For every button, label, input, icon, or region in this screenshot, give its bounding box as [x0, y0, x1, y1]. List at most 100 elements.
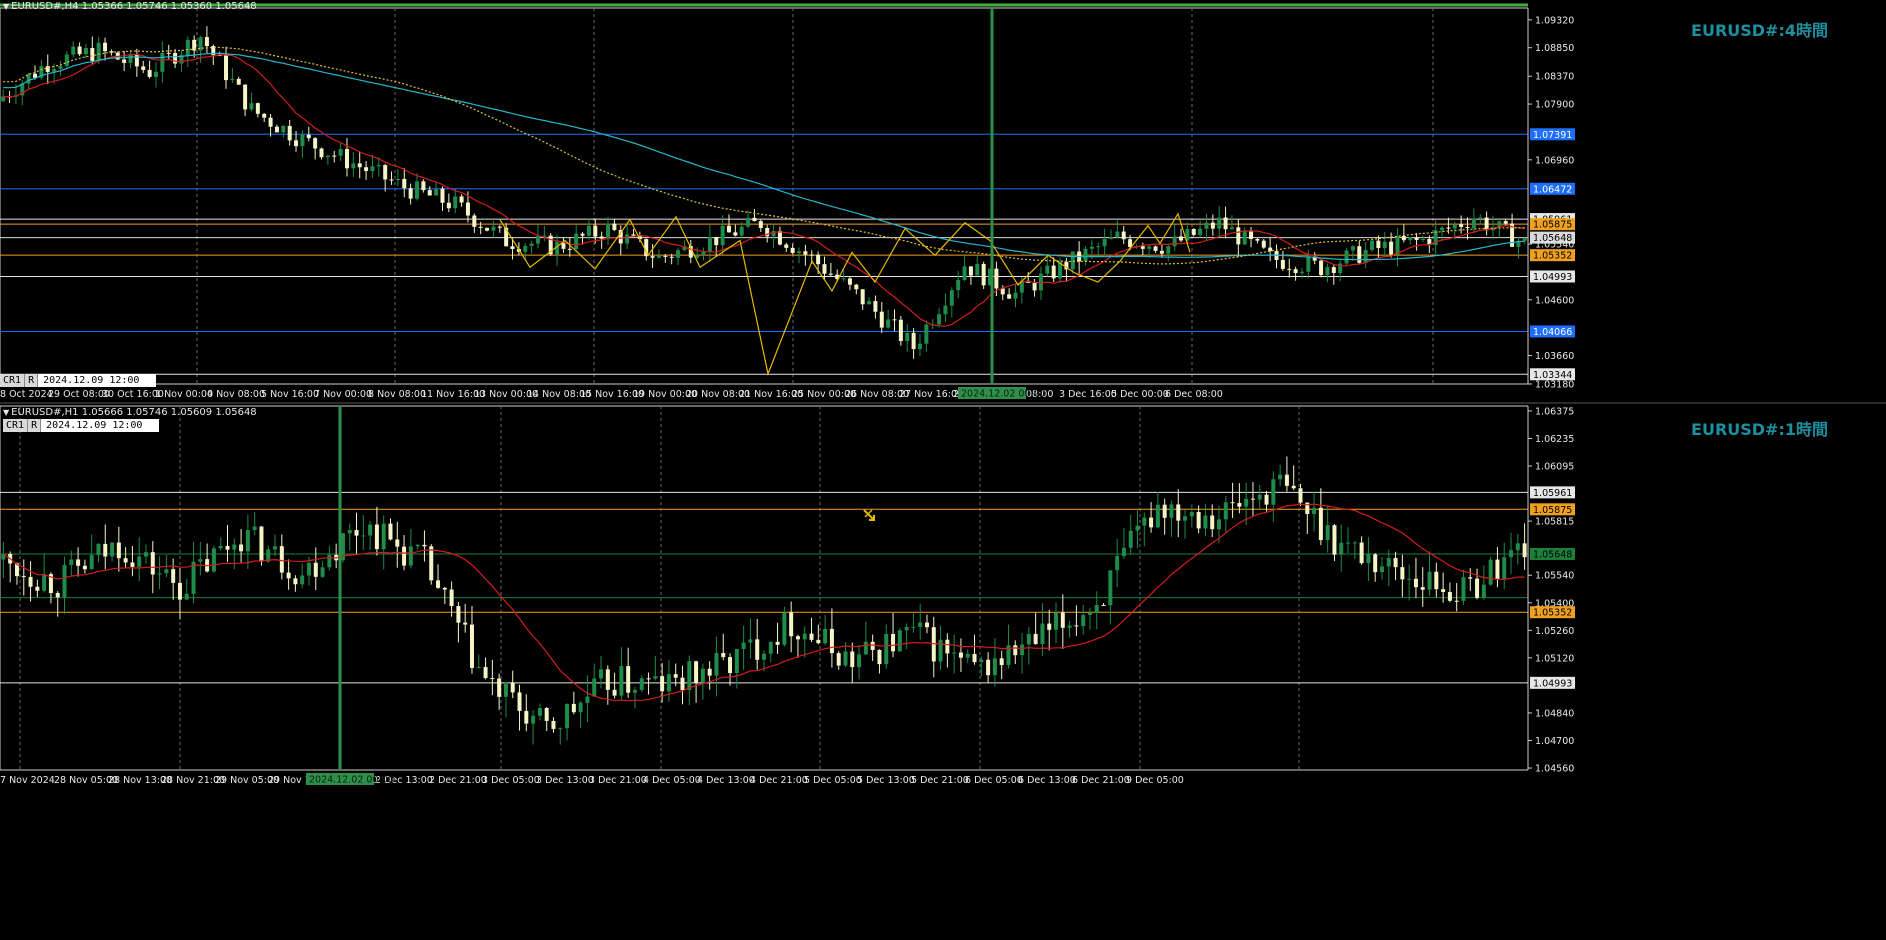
candle-body [243, 84, 248, 110]
candle-body [847, 278, 852, 285]
cr-button[interactable]: CR1 [3, 419, 29, 432]
candle-body [1189, 512, 1194, 517]
candle-body [558, 728, 563, 730]
candle-body [368, 524, 373, 536]
candle-body [585, 696, 590, 703]
price-axis-bg [1528, 404, 1886, 940]
time-tick-label: 29 Oct 08:00 [48, 389, 110, 400]
candle-body [524, 710, 529, 724]
candle-body [535, 236, 540, 244]
candle-body [1287, 268, 1292, 270]
candle-body [1115, 556, 1120, 571]
candle-body [164, 569, 169, 574]
candle-body [1210, 222, 1215, 229]
symbol-info-h4: ▼ EURUSD#,H4 1.05366 1.05746 1.05360 1.05… [3, 1, 257, 12]
candle-body [173, 52, 178, 64]
candle-body [741, 642, 746, 649]
time-tick-label: 6 Dec 05:00 [965, 775, 1023, 786]
candle-body [490, 678, 495, 680]
candle-body [1284, 474, 1289, 486]
price-tick-label: 1.04560 [1535, 764, 1574, 775]
candle-body [415, 544, 420, 547]
cr-toolbar-h4[interactable]: CR1 R 2024.12.09 12:00 [0, 374, 157, 387]
candle-body [1465, 226, 1470, 229]
candle-body [255, 103, 260, 114]
candle-body [952, 652, 957, 654]
ma-cyan-line [3, 52, 1525, 261]
candle-body [1386, 557, 1391, 567]
chart-canvas-h4[interactable]: 1.09320 1.08850 1.08370 1.07900 1.07391 1.069… [0, 0, 1886, 402]
candle-body [694, 661, 699, 683]
candle-body [956, 279, 961, 291]
candle-body [1350, 246, 1355, 251]
cursor-time-label: 2024.12.02 00:00 [309, 775, 394, 786]
datetime-field[interactable]: 2024.12.09 12:00 [41, 419, 160, 432]
candle-body [1459, 224, 1464, 227]
price-tag-label: 1.05875 [1533, 220, 1572, 231]
candle-body [1179, 236, 1184, 241]
candle-body [103, 543, 108, 557]
candle-body [463, 622, 468, 625]
cr-toolbar-h1[interactable]: CR1 R 2024.12.09 12:00 [3, 419, 160, 432]
r-button[interactable]: R [25, 374, 39, 387]
candle-body [230, 78, 235, 81]
candle-body [252, 526, 257, 531]
chart-pane-h4[interactable]: 1.09320 1.08850 1.08370 1.07900 1.07391 1.069… [0, 0, 1886, 402]
candle-body [1441, 589, 1446, 592]
candle-body [306, 562, 311, 576]
candle-body [1298, 488, 1303, 503]
candle-body [239, 544, 244, 552]
ma-red-line [3, 503, 1525, 702]
candle-body [886, 319, 891, 328]
candle-body [313, 138, 318, 149]
candle-body [1108, 570, 1113, 606]
candle-body [1108, 236, 1113, 239]
price-tick-label: 1.04700 [1535, 736, 1574, 747]
candle-body [897, 630, 902, 652]
candle-body [1389, 241, 1394, 255]
candle-body [537, 707, 542, 716]
candle-body [653, 676, 658, 679]
candle-body [843, 651, 848, 666]
collapse-triangle-icon[interactable]: ▼ [3, 408, 9, 417]
candle-body [739, 226, 744, 236]
candle-body [236, 78, 241, 85]
collapse-triangle-icon[interactable]: ▼ [3, 2, 9, 11]
candle-body [421, 181, 426, 191]
chart-canvas-h1[interactable]: 1.06375 1.06235 1.06095 1.05961 1.058751.058… [0, 404, 1886, 940]
candle-body [453, 196, 458, 209]
candle-body [1203, 515, 1208, 529]
candle-body [370, 166, 375, 172]
datetime-field[interactable]: 2024.12.09 12:00 [38, 374, 157, 387]
price-tag-label: 1.04993 [1533, 678, 1572, 689]
candle-body [442, 587, 447, 590]
candle-body [758, 221, 763, 228]
candle-body [1094, 604, 1099, 613]
candle-body [383, 165, 388, 180]
candle-body [790, 247, 795, 253]
candle-body [1020, 644, 1025, 656]
candle-body [293, 578, 298, 585]
time-tick-label: 3 Dec 16:00 [1059, 389, 1117, 400]
candle-body [389, 179, 394, 181]
candle-body [1339, 542, 1344, 555]
candle-body [1268, 247, 1273, 252]
candle-body [1325, 267, 1330, 275]
candle-body [332, 155, 337, 157]
candle-body [612, 223, 617, 231]
candle-body [245, 530, 250, 552]
candle-body [279, 546, 284, 573]
r-button[interactable]: R [28, 419, 42, 432]
chart-pane-h1[interactable]: 1.06375 1.06235 1.06095 1.05961 1.05875 1.058… [0, 404, 1886, 940]
candle-body [592, 678, 597, 697]
pane-title-h4: EURUSD#:4時間 [1691, 21, 1828, 40]
candle-body [784, 244, 789, 248]
candle-body [1217, 519, 1222, 530]
candle-body [733, 232, 738, 236]
candle-body [802, 633, 807, 640]
cr-button[interactable]: CR1 [0, 374, 26, 387]
candle-body [625, 234, 630, 244]
candle-body [1522, 238, 1527, 241]
candle-body [1007, 294, 1012, 299]
candle-body [96, 543, 101, 556]
